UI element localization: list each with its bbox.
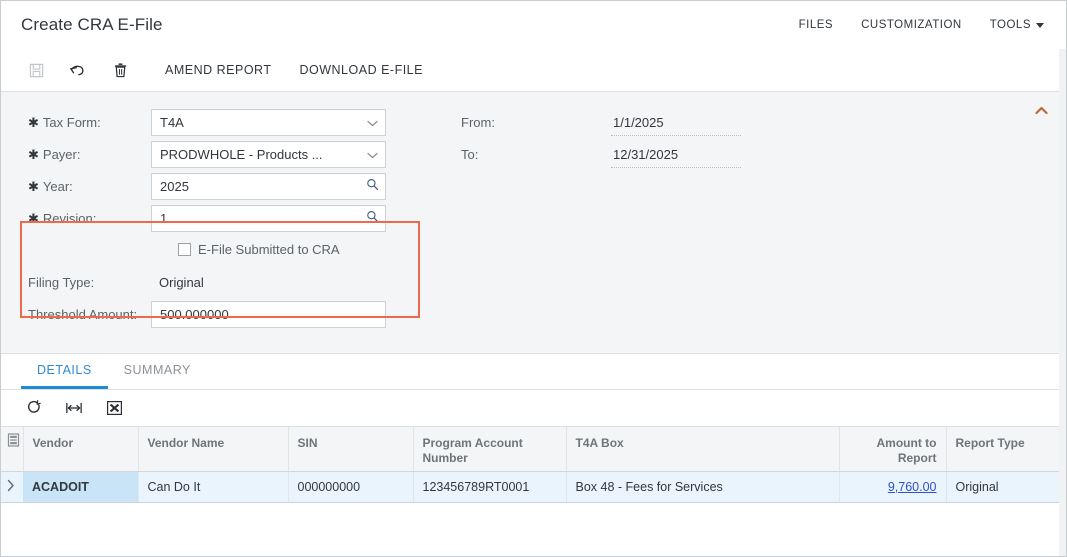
year-label-text: Year: — [42, 179, 73, 194]
column-header-vendor-name[interactable]: Vendor Name — [138, 427, 289, 472]
chevron-up-icon — [1034, 106, 1048, 114]
revision-label: ✱ Revision: — [1, 211, 151, 226]
filing-type-value: Original — [159, 275, 204, 290]
cell-t4a-box[interactable]: Box 48 - Fees for Services — [566, 471, 840, 503]
revision-control: 1 — [151, 205, 386, 232]
required-marker: ✱ — [28, 115, 39, 130]
revision-input[interactable]: 1 — [151, 205, 386, 232]
grid-footer — [1, 502, 1066, 521]
vertical-scrollbar[interactable] — [1059, 49, 1066, 556]
create-cra-efile-screen: Create CRA E-File FILES CUSTOMIZATION TO… — [0, 0, 1067, 557]
menu-files[interactable]: FILES — [799, 19, 833, 31]
export-excel-button[interactable] — [97, 395, 131, 421]
filing-type-label-text: Filing Type: — [28, 275, 95, 290]
row-expand-icon — [7, 479, 14, 491]
year-input[interactable]: 2025 — [151, 173, 386, 200]
tax-form-label: ✱ Tax Form: — [1, 115, 151, 130]
export-excel-icon — [106, 401, 122, 416]
details-grid: Vendor Vendor Name SIN Program Account N… — [1, 427, 1066, 521]
column-config-header[interactable] — [1, 427, 24, 472]
efile-submitted-checkbox[interactable] — [178, 242, 191, 256]
column-header-program-account-number[interactable]: Program Account Number — [413, 427, 567, 472]
field-row-efile-submitted: E-File Submitted to CRA — [1, 236, 1066, 262]
field-row-year: ✱ Year: 2025 — [1, 172, 1066, 201]
required-marker: ✱ — [28, 211, 39, 226]
page-header: Create CRA E-File FILES CUSTOMIZATION TO… — [1, 1, 1066, 49]
efile-parameters-panel: ✱ Tax Form: T4A ✱ Payer: PRODWHOLE - Pro… — [1, 92, 1066, 354]
undo-icon — [70, 65, 84, 76]
column-header-vendor[interactable]: Vendor — [23, 427, 139, 472]
required-marker: ✱ — [28, 179, 39, 194]
collapse-panel-button[interactable] — [1030, 100, 1052, 120]
cell-vendor-name[interactable]: Can Do It — [138, 471, 289, 503]
amend-report-button[interactable]: AMEND REPORT — [151, 63, 285, 77]
field-row-revision: ✱ Revision: 1 — [1, 204, 1066, 233]
threshold-amount-control: 500.000000 — [151, 301, 386, 328]
undo-button[interactable] — [57, 55, 99, 85]
table-header-row: Vendor Vendor Name SIN Program Account N… — [1, 427, 1066, 472]
field-row-to: To: 12/31/2025 — [461, 140, 741, 169]
from-value: 1/1/2025 — [611, 109, 741, 136]
to-value: 12/31/2025 — [611, 141, 741, 168]
row-expand-button[interactable] — [1, 471, 23, 503]
field-row-threshold-amount: Threshold Amount: 500.000000 — [1, 300, 1066, 329]
menu-customization-label: CUSTOMIZATION — [861, 19, 962, 31]
tax-form-label-text: Tax Form: — [42, 115, 101, 130]
download-efile-button[interactable]: DOWNLOAD E-FILE — [285, 63, 437, 77]
from-label: From: — [461, 115, 495, 130]
payer-control: PRODWHOLE - Products ... — [151, 141, 386, 168]
tax-form-control: T4A — [151, 109, 386, 136]
cell-amount-to-report[interactable]: 9,760.00 — [839, 471, 947, 503]
column-header-amount-to-report[interactable]: Amount to Report — [839, 427, 947, 472]
period-group: From: 1/1/2025 To: 12/31/2025 — [461, 108, 741, 172]
column-header-report-type[interactable]: Report Type — [946, 427, 1066, 472]
year-control: 2025 — [151, 173, 386, 200]
threshold-amount-label: Threshold Amount: — [1, 307, 151, 322]
field-row-filing-type: Filing Type: Original — [1, 268, 1066, 297]
tab-details[interactable]: DETAILS — [21, 354, 108, 389]
payer-input[interactable]: PRODWHOLE - Products ... — [151, 141, 386, 168]
cell-program-account-number[interactable]: 123456789RT0001 — [413, 471, 567, 503]
table-row[interactable]: ACADOIT Can Do It 000000000 123456789RT0… — [1, 471, 1066, 503]
field-row-from: From: 1/1/2025 — [461, 108, 741, 137]
delete-button[interactable] — [99, 55, 141, 85]
tax-form-input[interactable]: T4A — [151, 109, 386, 136]
year-label: ✱ Year: — [1, 179, 151, 194]
trash-icon — [114, 63, 126, 78]
cell-sin[interactable]: 000000000 — [288, 471, 414, 503]
to-label: To: — [461, 147, 479, 162]
fit-columns-icon — [66, 403, 82, 413]
save-button[interactable] — [15, 55, 57, 85]
cell-report-type[interactable]: Original — [946, 471, 1066, 503]
filing-type-label: Filing Type: — [1, 275, 151, 290]
threshold-amount-input[interactable]: 500.000000 — [151, 301, 386, 328]
save-icon — [29, 63, 43, 77]
menu-tools-label: TOOLS — [989, 19, 1031, 31]
header-menu-group: FILES CUSTOMIZATION TOOLS — [799, 19, 1050, 31]
menu-files-label: FILES — [798, 19, 834, 31]
column-config-icon — [7, 433, 20, 447]
chevron-down-icon — [1036, 22, 1044, 28]
refresh-icon — [27, 400, 41, 413]
column-header-sin[interactable]: SIN — [288, 427, 414, 472]
tab-bar: DETAILS SUMMARY — [1, 354, 1066, 390]
menu-customization[interactable]: CUSTOMIZATION — [861, 19, 962, 31]
required-marker: ✱ — [28, 147, 39, 162]
revision-label-text: Revision: — [42, 211, 97, 226]
grid-toolbar — [1, 390, 1066, 427]
vendor-amounts-table: Vendor Vendor Name SIN Program Account N… — [1, 427, 1066, 503]
amount-to-report-link[interactable]: 9,760.00 — [888, 480, 937, 494]
efile-submitted-label: E-File Submitted to CRA — [198, 241, 340, 257]
command-toolbar: AMEND REPORT DOWNLOAD E-FILE — [1, 49, 1066, 92]
page-title: Create CRA E-File — [21, 15, 163, 34]
menu-tools[interactable]: TOOLS — [990, 19, 1044, 31]
payer-label-text: Payer: — [42, 147, 81, 162]
column-header-t4a-box[interactable]: T4A Box — [566, 427, 840, 472]
tab-summary[interactable]: SUMMARY — [108, 354, 207, 389]
cell-vendor[interactable]: ACADOIT — [23, 471, 139, 503]
fit-columns-button[interactable] — [57, 395, 91, 421]
refresh-button[interactable] — [17, 395, 51, 421]
payer-label: ✱ Payer: — [1, 147, 151, 162]
threshold-amount-label-text: Threshold Amount: — [28, 307, 138, 322]
